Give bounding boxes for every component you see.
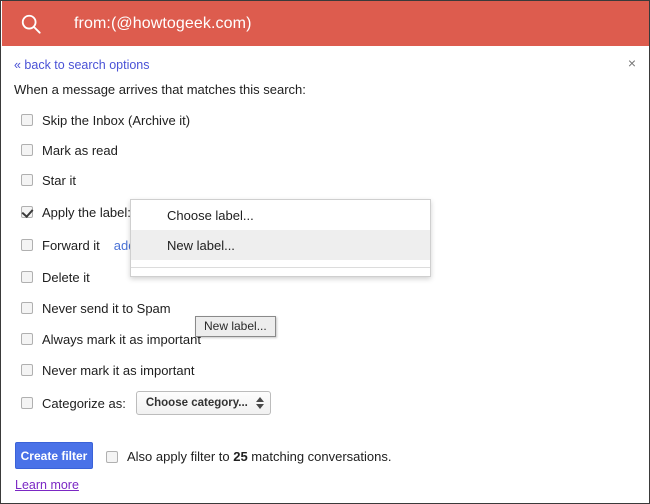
checkbox-forward-it[interactable] (21, 239, 33, 251)
option-label: Always mark it as important (42, 332, 201, 347)
also-apply-filter-row[interactable]: Also apply filter to 25 matching convers… (106, 449, 391, 464)
search-input[interactable]: from:(@howtogeek.com) (74, 15, 252, 33)
also-suffix: matching conversations. (248, 449, 392, 464)
checkbox-delete-it[interactable] (21, 271, 33, 283)
option-row-forward-it[interactable]: Forward it add (21, 236, 136, 254)
category-select-value: Choose category... (146, 397, 248, 409)
intro-text: When a message arrives that matches this… (14, 82, 306, 97)
option-label: Apply the label: (42, 205, 131, 220)
option-label: Never send it to Spam (42, 301, 171, 316)
updown-arrows-icon (256, 397, 264, 409)
option-label: Never mark it as important (42, 363, 194, 378)
option-label: Mark as read (42, 143, 118, 158)
tooltip-new-label: New label... (195, 316, 276, 337)
option-row-categorize-as[interactable]: Categorize as: Choose category... (21, 394, 271, 412)
also-prefix: Also apply filter to (127, 449, 233, 464)
option-label: Delete it (42, 270, 90, 285)
option-row-delete-it[interactable]: Delete it (21, 268, 90, 286)
category-select[interactable]: Choose category... (136, 391, 271, 415)
also-apply-filter-label: Also apply filter to 25 matching convers… (127, 449, 391, 464)
checkbox-categorize-as[interactable] (21, 397, 33, 409)
option-row-star-it[interactable]: Star it (21, 171, 76, 189)
search-bar[interactable]: from:(@howtogeek.com) (2, 1, 650, 46)
option-row-skip-inbox[interactable]: Skip the Inbox (Archive it) (21, 111, 190, 129)
option-row-never-spam[interactable]: Never send it to Spam (21, 299, 171, 317)
filter-options-panel: « back to search options × When a messag… (2, 46, 650, 503)
close-icon[interactable]: × (624, 55, 640, 71)
option-row-never-important[interactable]: Never mark it as important (21, 361, 194, 379)
learn-more-link[interactable]: Learn more (15, 478, 79, 492)
checkbox-never-send-to-spam[interactable] (21, 302, 33, 314)
dropdown-item-choose-label[interactable]: Choose label... (131, 200, 430, 230)
checkbox-skip-inbox[interactable] (21, 114, 33, 126)
dropdown-item-new-label[interactable]: New label... (131, 230, 430, 260)
option-label: Star it (42, 173, 76, 188)
create-filter-button[interactable]: Create filter (15, 442, 93, 469)
option-row-mark-as-read[interactable]: Mark as read (21, 141, 118, 159)
option-label: Forward it (42, 238, 100, 253)
checkbox-also-apply-filter[interactable] (106, 451, 118, 463)
checkbox-always-mark-important[interactable] (21, 333, 33, 345)
checkbox-mark-as-read[interactable] (21, 144, 33, 156)
dropdown-separator (131, 267, 430, 268)
label-dropdown-menu[interactable]: Choose label... New label... (130, 199, 431, 277)
search-icon[interactable] (20, 13, 42, 35)
gmail-filter-dialog: from:(@howtogeek.com) « back to search o… (0, 0, 650, 504)
option-row-apply-label[interactable]: Apply the label: (21, 203, 143, 221)
option-row-always-important[interactable]: Always mark it as important (21, 330, 201, 348)
checkbox-apply-label[interactable] (21, 206, 33, 218)
option-label: Skip the Inbox (Archive it) (42, 113, 190, 128)
checkbox-never-mark-important[interactable] (21, 364, 33, 376)
back-to-search-options-link[interactable]: « back to search options (14, 58, 150, 72)
checkbox-star-it[interactable] (21, 174, 33, 186)
matching-count: 25 (233, 449, 247, 464)
option-label: Categorize as: (42, 396, 126, 411)
